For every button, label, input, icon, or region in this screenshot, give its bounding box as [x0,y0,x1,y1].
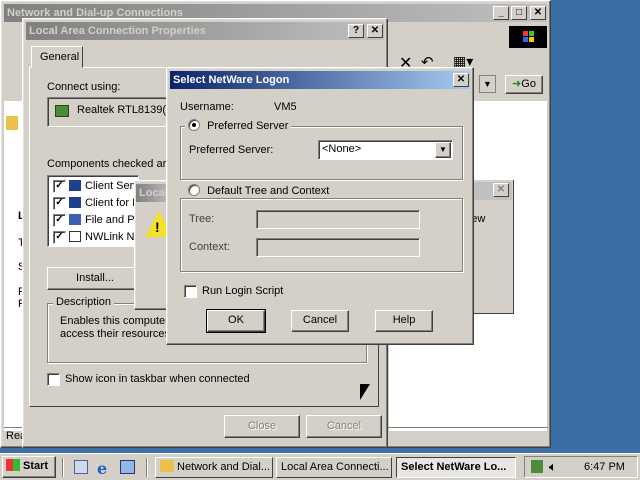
preferred-server-radio-label: Preferred Server [207,120,289,132]
tree-field[interactable] [256,210,420,229]
netware-logon-title: Select NetWare Logon [173,74,290,86]
context-label: Context: [189,241,230,253]
show-icon-label: Show icon in taskbar when connected [65,373,250,385]
task-label: Local Area Connecti... [281,461,389,473]
folder-icon [6,116,18,130]
default-tree-radio[interactable] [188,184,200,196]
task-label: Select NetWare Lo... [401,461,507,473]
help-button[interactable]: Help [375,310,433,332]
component-label: Client for N [85,197,141,209]
run-login-script-checkbox[interactable] [184,285,197,298]
cancel-button[interactable]: Cancel [291,310,349,332]
volume-icon[interactable]: 🔈︎ [549,459,557,475]
preferred-server-label: Preferred Server: [189,144,274,156]
component-checkbox[interactable]: ✓ [53,214,66,227]
network-folder-icon [160,460,174,472]
netware-close-title-button[interactable]: ✕ [453,73,469,87]
ok-button[interactable]: OK [206,309,266,333]
go-button[interactable]: ➜Go [505,75,543,94]
local-warning-title: Local [139,187,168,199]
description-label: Description [53,296,115,308]
network-adapter-icon [55,105,69,117]
cancel-button-label: Cancel [302,314,338,326]
adapter-name: Realtek RTL8139( [77,104,167,116]
quicklaunch-separator [62,458,64,477]
client-service-icon [69,180,81,191]
tab-general-label: General [40,51,80,63]
file-printer-icon [69,214,81,225]
windows-flag-icon [6,459,20,471]
minimize-button[interactable]: _ [493,6,509,20]
lac-close-title-button[interactable]: ✕ [367,24,383,38]
client-network-icon [69,197,81,208]
quicklaunch-separator [146,458,148,477]
address-dropdown-icon[interactable]: ▼ [479,75,496,93]
chevron-down-icon: ▼ [439,145,447,154]
windows-logo-icon [509,26,547,48]
outlook-express-icon[interactable] [120,460,135,474]
preferred-server-radio-wrap[interactable]: Preferred Server [185,119,292,132]
preferred-server-value: <None> [322,143,362,155]
lac-properties-titlebar[interactable]: Local Area Connection Properties ? ✕ [26,22,384,40]
close-button-label: Close [247,420,277,432]
clock: 6:47 PM [584,461,625,473]
protocol-icon [69,231,81,242]
cancel-button-label: Cancel [326,420,362,432]
netware-logon-dialog: Select NetWare Logon ✕ Username: VM5 Pre… [166,67,474,345]
tree-label: Tree: [189,213,215,225]
start-button[interactable]: Start [2,456,56,478]
install-button-label: Install... [76,272,114,284]
mouse-cursor-icon [360,384,370,400]
warning-exclamation: ! [155,219,160,235]
description-text: access their resources [60,328,171,340]
default-tree-radio-wrap[interactable]: Default Tree and Context [185,184,333,197]
help-button-label: Help [392,314,416,326]
ok-button-label: OK [228,314,244,326]
task-network-connections[interactable]: Network and Dial... [155,457,273,478]
install-button[interactable]: Install... [47,267,143,290]
run-login-script-label: Run Login Script [202,285,284,297]
context-field[interactable] [256,238,420,257]
close-button[interactable]: Close [224,415,300,438]
task-netware-logon[interactable]: Select NetWare Lo... [396,457,516,478]
start-label: Start [23,460,49,472]
preferred-server-dropdown[interactable]: ▼ [435,142,451,158]
show-desktop-icon[interactable] [74,460,88,474]
tab-general[interactable]: General [31,46,83,68]
component-label: NWLink N [85,231,135,243]
default-tree-radio-label: Default Tree and Context [207,185,330,197]
task-lac-properties[interactable]: Local Area Connecti... [276,457,392,478]
close-button[interactable]: ✕ [530,6,546,20]
component-label: Client Serv [85,180,139,192]
task-label: Network and Dial... [177,461,270,473]
components-label: Components checked are [47,158,173,170]
go-arrow-icon: ➜ [512,78,522,90]
internet-explorer-icon[interactable]: e [97,459,107,478]
username-value: VM5 [274,101,297,113]
lac-properties-title: Local Area Connection Properties [29,25,206,37]
username-label: Username: [180,101,234,113]
maximize-button[interactable]: □ [511,6,527,20]
show-icon-checkbox[interactable] [47,373,60,386]
description-text: Enables this computer [60,315,169,327]
component-checkbox[interactable]: ✓ [53,197,66,210]
cancel-button[interactable]: Cancel [306,415,382,438]
component-checkbox[interactable]: ✓ [53,231,66,244]
netware-logon-titlebar[interactable]: Select NetWare Logon ✕ [170,71,470,89]
connect-using-label: Connect using: [47,81,121,93]
component-label: File and P [85,214,135,226]
preferred-server-radio[interactable] [188,119,200,131]
background-dialog-close-button[interactable]: ✕ [493,183,509,197]
help-title-button[interactable]: ? [348,24,364,38]
network-tray-icon[interactable] [531,460,543,473]
component-checkbox[interactable]: ✓ [53,180,66,193]
go-label: Go [521,78,536,90]
